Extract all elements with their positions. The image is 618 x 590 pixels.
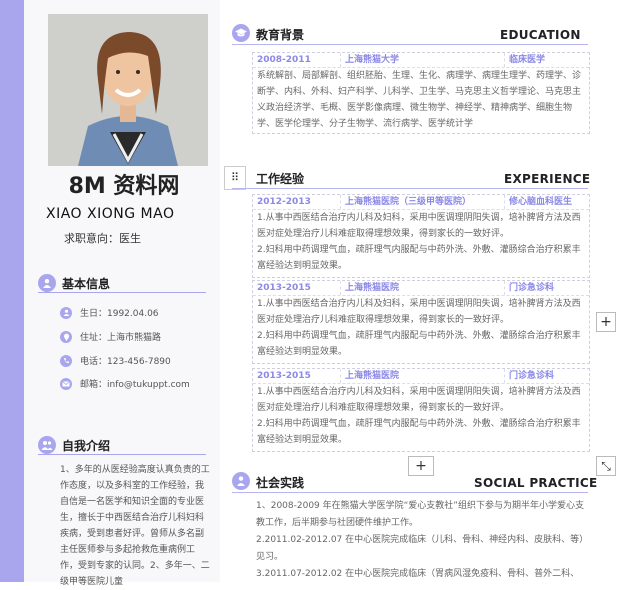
experience-line-2: 2.妇科用中药调理气血，疏肝理气内服配与中药外洗、外敷、灌肠综合治疗积累丰富经验… [257,245,581,271]
experience-period: 2013-2015 [253,281,341,295]
email-row: 邮箱：info@tukuppt.com [60,377,190,390]
social-practice-list: 1、2008-2009 年在熊猫大学医学院“爱心支教社”组织下参与为期半年小学爱… [256,498,588,583]
education-school: 上海熊猫大学 [341,53,505,67]
experience-role: 门诊急诊科 [509,371,555,381]
experience-line-1: 1.从事中西医结合治疗内儿科及妇科，采用中医调理阴阳失调，培补脾肾方法及西医对症… [257,213,581,239]
experience-org: 上海熊猫医院 [341,281,505,295]
self-intro-icon [38,436,56,454]
basic-info-title: 基本信息 [62,277,111,291]
experience-line-1: 1.从事中西医结合治疗内儿科及妇科，采用中医调理阴阳失调，培补脾肾方法及西医对症… [257,387,581,413]
phone-row: 电话：123-456-7890 [60,354,171,367]
experience-title: 工作经验 [256,172,305,186]
social-practice-item: 1、2008-2009 年在熊猫大学医学院“爱心支教社”组织下参与为期半年小学爱… [256,501,584,528]
experience-line-2: 2.妇科用中药调理气血，疏肝理气内服配与中药外洗、外敷、灌肠综合治疗积累丰富经验… [257,419,581,445]
person-icon [60,306,72,319]
experience-header-row: 2013-2015 上海熊猫医院 门诊急诊科 [253,369,589,384]
experience-period: 2013-2015 [253,369,341,383]
social-practice-item: 2.2011.02-2012.07 在中心医院完成临床（儿科、骨科、神经内科、皮… [256,535,584,562]
phone-icon [60,354,72,367]
birthday-text: 生日：1992.04.06 [80,309,159,319]
user-icon [38,274,56,292]
social-practice-item: 3.2011.07-2012.02 在中心医院完成临床（胃病风湿免疫科、骨科、普… [256,569,580,579]
experience-org: 上海熊猫医院（三级甲等医院） [341,195,505,209]
drag-handle[interactable]: ⠿ [224,166,246,190]
education-divider [232,44,588,45]
experience-divider [232,188,588,189]
education-major: 临床医学 [509,55,546,65]
education-period: 2008-2011 [253,53,341,67]
profile-photo [48,14,208,166]
self-intro-title: 自我介绍 [62,439,111,453]
social-practice-title: 社会实践 [256,476,305,490]
experience-entry-3[interactable]: 2013-2015 上海熊猫医院 门诊急诊科 1.从事中西医结合治疗内儿科及妇科… [252,368,590,452]
experience-header-row: 2012-2013 上海熊猫医院（三级甲等医院） 修心脑血科医生 [253,195,589,210]
social-practice-divider [232,492,588,493]
email-text[interactable]: 邮箱：info@tukuppt.com [80,377,190,390]
education-block[interactable]: 2008-2011 上海熊猫大学 临床医学 系统解剖、局部解剖、组织胚胎、生理、… [252,52,590,134]
self-intro-divider [38,454,206,455]
social-practice-icon [232,472,250,490]
graduation-cap-icon [232,24,250,42]
experience-title-en: EXPERIENCE [504,172,591,186]
address-row: 住址：上海市熊猫路 [60,330,161,343]
location-pin-icon [60,330,72,343]
experience-entry-2[interactable]: 2013-2015 上海熊猫医院 门诊急诊科 1.从事中西医结合治疗内儿科及妇科… [252,280,590,364]
experience-line-2: 2.妇科用中药调理气血，疏肝理气内服配与中药外洗、外敷、灌肠综合治疗积累丰富经验… [257,331,581,357]
experience-period: 2012-2013 [253,195,341,209]
experience-line-1: 1.从事中西医结合治疗内儿科及妇科，采用中医调理阴阳失调，培补脾肾方法及西医对症… [257,299,581,325]
right-add-button[interactable]: + [596,312,616,332]
left-accent-strip [0,0,24,582]
experience-role: 修心脑血科医生 [509,197,573,207]
social-practice-title-en: SOCIAL PRACTICE [474,476,598,490]
experience-entry-1[interactable]: 2012-2013 上海熊猫医院（三级甲等医院） 修心脑血科医生 1.从事中西医… [252,194,590,278]
experience-role: 门诊急诊科 [509,283,555,293]
job-intent: 求职意向：医生 [64,232,141,245]
brand-watermark: 8M 资料网 [68,174,180,199]
education-title-en: EDUCATION [500,28,581,42]
basic-info-divider [38,292,206,293]
expand-icon[interactable]: ⤡ [596,456,616,476]
education-header-row: 2008-2011 上海熊猫大学 临床医学 [253,53,589,68]
candidate-name: XIAO XIONG MAO [46,206,175,222]
address-text: 住址：上海市熊猫路 [80,333,162,343]
mail-icon [60,377,72,390]
birthday-row: 生日：1992.04.06 [60,306,159,319]
add-entry-button[interactable]: + [408,456,434,476]
phone-text: 电话：123-456-7890 [80,357,171,367]
experience-header-row: 2013-2015 上海熊猫医院 门诊急诊科 [253,281,589,296]
education-title: 教育背景 [256,28,305,42]
experience-org: 上海熊猫医院 [341,369,505,383]
education-courses: 系统解剖、局部解剖、组织胚胎、生理、生化、病理学、病理生理学、药理学、诊断学、内… [257,71,582,129]
self-intro-text: 1、多年的从医经验高度认真负责的工作态度，以及多科室的工作经验，我自信是一名医学… [60,465,210,587]
